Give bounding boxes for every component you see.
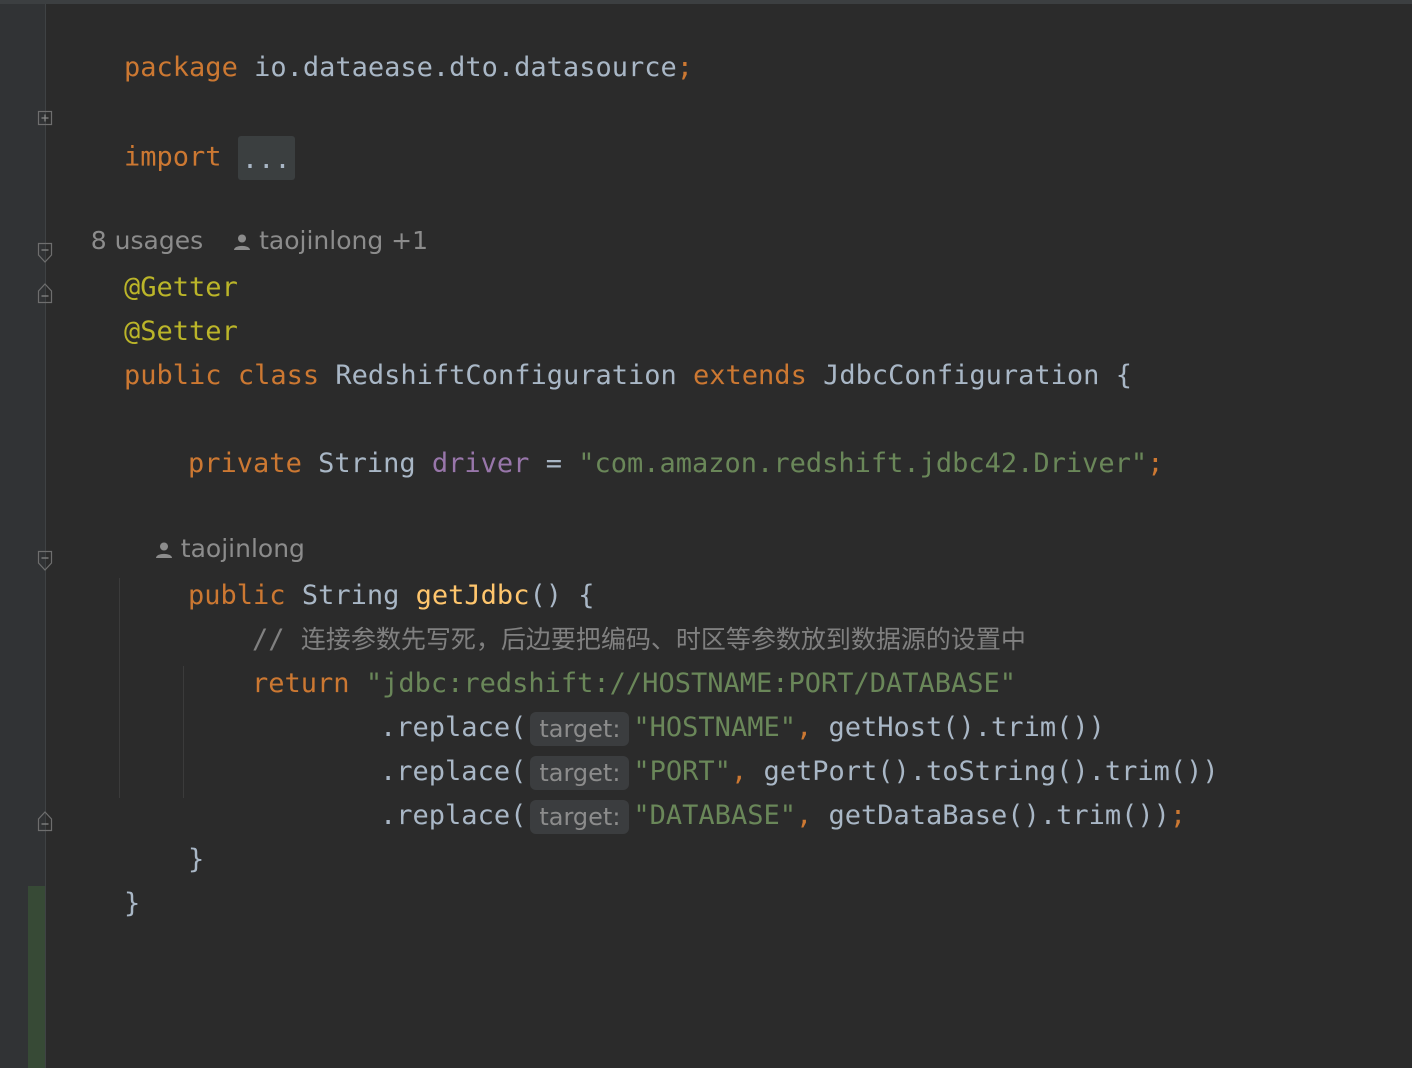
code-line-return[interactable]: return "jdbc:redshift://HOSTNAME:PORT/DA… bbox=[187, 624, 1016, 699]
editor-top-border bbox=[0, 0, 1412, 4]
parameter-hint: target: bbox=[530, 799, 630, 834]
semicolon: ; bbox=[676, 52, 693, 83]
string-literal: "com.amazon.redshift.jdbc42.Driver" bbox=[578, 448, 1148, 479]
code-line-replace-database[interactable]: .replace(target: "DATABASE", getDataBase(… bbox=[315, 756, 1186, 834]
class-author[interactable]: taojinlong +1 bbox=[259, 226, 428, 255]
type: String bbox=[318, 448, 416, 479]
package-name: io.dataease.dto.datasource bbox=[237, 52, 677, 83]
indent-guide bbox=[183, 666, 184, 798]
brace: { bbox=[1115, 360, 1132, 391]
fold-icon[interactable] bbox=[37, 810, 53, 832]
operator: = bbox=[545, 448, 562, 479]
method-author-hint[interactable]: taojinlong bbox=[123, 495, 305, 563]
code-line-getter[interactable]: @Getter bbox=[59, 228, 238, 303]
collapsed-imports[interactable]: ... bbox=[237, 136, 295, 180]
method-call: .replace( bbox=[380, 800, 527, 831]
code-line-import[interactable]: import ... bbox=[59, 96, 295, 180]
keyword: extends bbox=[693, 360, 807, 391]
semicolon: ; bbox=[1169, 800, 1187, 831]
field-name: driver bbox=[431, 448, 530, 479]
brace: } bbox=[124, 888, 141, 919]
comma: , bbox=[795, 800, 813, 831]
code-line-class-close[interactable]: } bbox=[59, 844, 140, 919]
string-literal: "DATABASE" bbox=[633, 800, 796, 831]
keyword: package bbox=[124, 52, 238, 83]
gutter-divider bbox=[45, 4, 46, 1068]
keyword: import bbox=[124, 141, 222, 173]
code-line-package[interactable]: package io.dataease.dto.datasource; bbox=[59, 8, 693, 83]
keyword: class bbox=[237, 360, 320, 391]
code-line-field[interactable]: private String driver = "com.amazon.reds… bbox=[123, 404, 1163, 479]
fold-icon[interactable] bbox=[37, 282, 53, 304]
code-line-replace-port[interactable]: .replace(target: "PORT", getPort().toStri… bbox=[315, 712, 1219, 790]
usages-hint[interactable]: 8 usages taojinlong +1 bbox=[59, 187, 428, 255]
fold-icon[interactable] bbox=[37, 242, 53, 264]
class-name: RedshiftConfiguration bbox=[335, 360, 677, 391]
parent-class: JdbcConfiguration bbox=[823, 360, 1100, 391]
code-line-setter[interactable]: @Setter bbox=[59, 272, 238, 347]
code-line-class-declaration[interactable]: public class RedshiftConfiguration exten… bbox=[59, 316, 1132, 391]
code-line-comment[interactable]: // 连接参数先写死，后边要把编码、时区等参数放到数据源的设置中 bbox=[187, 580, 1026, 655]
keyword: private bbox=[188, 448, 302, 479]
code-line-method-close[interactable]: } bbox=[123, 800, 204, 875]
semicolon: ; bbox=[1147, 448, 1164, 479]
method-call: getDataBase().trim()) bbox=[828, 800, 1170, 831]
fold-icon[interactable] bbox=[37, 550, 53, 572]
fold-icon[interactable] bbox=[37, 110, 53, 126]
code-line-replace-hostname[interactable]: .replace(target: "HOSTNAME", getHost().tr… bbox=[315, 668, 1105, 746]
code-line-method-declaration[interactable]: public String getJdbc() { bbox=[123, 536, 594, 611]
vcs-change-marker[interactable] bbox=[28, 886, 45, 1068]
brace: } bbox=[188, 844, 205, 875]
code-editor[interactable]: package io.dataease.dto.datasource; impo… bbox=[0, 0, 1412, 1068]
indent-guide bbox=[119, 578, 120, 798]
keyword: public bbox=[124, 360, 222, 391]
